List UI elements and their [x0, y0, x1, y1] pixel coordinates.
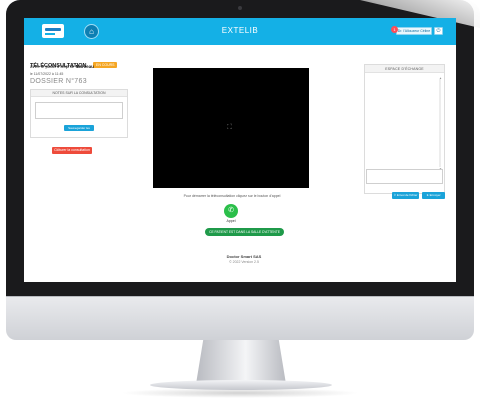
save-notes-button[interactable]: Sauvegarder les notes [64, 125, 94, 136]
webcam-dot [238, 6, 242, 10]
call-button[interactable]: ✆ [224, 204, 238, 218]
patient-line: avec le patient Sophie Marceau [30, 64, 150, 69]
status-badge: EN COURS [92, 62, 118, 68]
waiting-room-button[interactable]: CE PATIENT EST DANS LA SALLE D'ATTENTE [205, 228, 284, 236]
call-label: Appel [226, 219, 236, 223]
home-icon: ⌂ [89, 27, 94, 36]
user-menu-button[interactable]: Dr. l'Allouzeur Céline [396, 27, 432, 35]
app-logo[interactable] [42, 24, 64, 38]
patient-prefix: avec le patient Sophie [30, 64, 75, 69]
video-stream: ⛶ [153, 68, 309, 188]
monitor-stand-foot [150, 380, 332, 390]
camera-off-icon: ⛶ [227, 124, 232, 131]
app-title: EXTELIB [221, 26, 259, 35]
message-scrollbar[interactable] [439, 79, 441, 167]
notes-card: NOTES SUR LA CONSULTATION Sauvegarder le… [30, 89, 128, 138]
consultation-info-panel: TÉLÉCONSULTATION EN COURS avec le patien… [30, 54, 150, 138]
call-hint-text: Pour démarrer la téléconsultation clique… [183, 194, 281, 198]
footer-company: Doctor Smart SAS [226, 254, 262, 259]
home-button[interactable]: ⌂ [84, 24, 99, 39]
consultation-date: le 11/07/2022 à 11:45 [30, 72, 64, 76]
send-label: Envoyer [429, 193, 441, 197]
top-navigation-bar: ⌂ EXTELIB Dr. l'Allouzeur Céline 1 ⏻ [24, 18, 456, 45]
monitor-stand-neck [196, 340, 286, 384]
patient-surname: Marceau [75, 64, 94, 69]
app-screen: ⌂ EXTELIB Dr. l'Allouzeur Céline 1 ⏻ TÉL… [24, 18, 456, 282]
notes-textarea[interactable] [35, 102, 123, 119]
desktop-monitor-mockup: ⌂ EXTELIB Dr. l'Allouzeur Céline 1 ⏻ TÉL… [0, 0, 480, 405]
monitor-chin [6, 296, 474, 340]
power-icon: ⏻ [436, 28, 441, 34]
logout-button[interactable]: ⏻ [434, 27, 443, 35]
dossier-number: DOSSIER N°763 [30, 78, 87, 85]
phone-icon: ✆ [228, 207, 234, 214]
footer-version: © 2022 Version 2.5 [229, 260, 259, 264]
message-input[interactable] [366, 169, 443, 184]
send-file-button[interactable]: ⇪ Envoi de fichier [392, 192, 419, 199]
notes-header: NOTES SUR LA CONSULTATION [31, 90, 127, 97]
send-file-label: Envoi de fichier [396, 193, 418, 197]
close-consultation-button[interactable]: Clôturer la consultation [52, 147, 92, 154]
notification-badge[interactable]: 1 [391, 26, 398, 33]
send-button[interactable]: ➤ Envoyer [422, 192, 445, 199]
exchange-header: ESPACE D'ÉCHANGE [365, 65, 444, 73]
